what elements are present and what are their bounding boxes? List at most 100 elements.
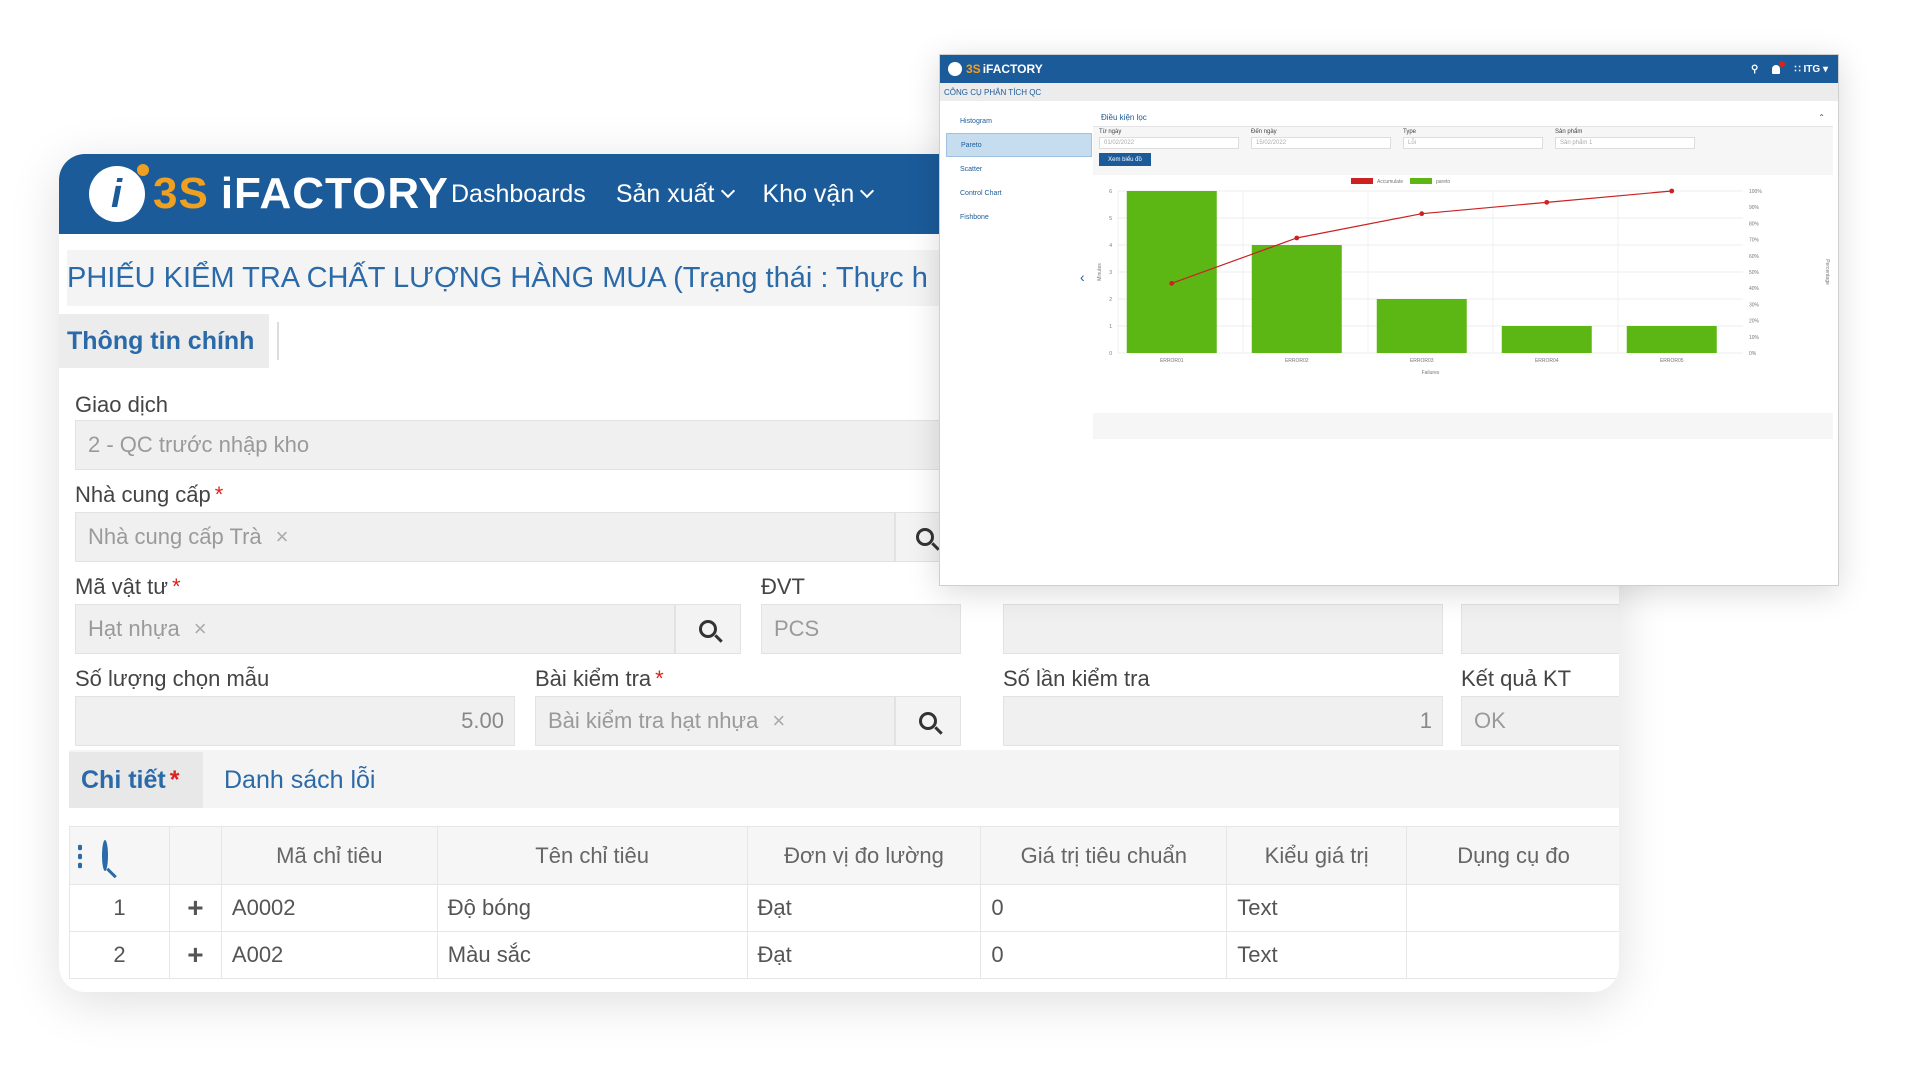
view-chart-button[interactable]: Xem biểu đồ — [1099, 153, 1151, 166]
qc-top-navbar: 3S iFACTORY ⚲ ∷ ITG ▾ — [940, 55, 1838, 83]
y2-tick-label: 80% — [1749, 221, 1760, 227]
so-luong-field[interactable]: 5.00 — [75, 696, 515, 746]
row-number: 1 — [69, 884, 170, 932]
nav-kho-van[interactable]: Kho vận — [762, 179, 875, 209]
x-tick-label: ERROR03 — [1410, 358, 1434, 364]
close-icon[interactable]: × — [194, 616, 207, 642]
tab-chi-tiet[interactable]: Chi tiết * — [69, 752, 203, 808]
add-row-button[interactable]: + — [168, 931, 222, 979]
column-header[interactable]: Tên chỉ tiêu — [436, 826, 748, 885]
y2-tick-label: 0% — [1749, 351, 1757, 357]
logo-brand: 3S — [153, 169, 209, 218]
accumulate-line — [1171, 190, 1672, 284]
column-header[interactable]: Đơn vị đo lường — [746, 826, 982, 885]
ket-qua-field: OK — [1461, 696, 1619, 746]
ma-vat-tu-field[interactable]: Hạt nhựa × — [75, 604, 675, 654]
column-header[interactable]: Kiểu giá trị — [1226, 826, 1408, 885]
column-header[interactable]: Dụng cụ đo — [1406, 826, 1619, 885]
nha-cung-cap-field[interactable]: Nhà cung cấp Trà × — [75, 512, 895, 562]
qc-sidebar: Histogram Pareto Scatter Control Chart F… — [946, 109, 1092, 349]
legend-swatch-pareto — [1410, 178, 1432, 184]
sidebar-item-histogram[interactable]: Histogram — [946, 109, 1092, 133]
nav-san-xuat[interactable]: Sản xuất — [616, 180, 735, 209]
table-row[interactable]: 2 + A002 Màu sắc Đạt 0 Text — [69, 931, 1619, 979]
user-menu[interactable]: ∷ ITG ▾ — [1794, 64, 1828, 75]
cell-tool[interactable] — [1406, 931, 1619, 979]
ma-vat-tu-label: Mã vật tư * — [75, 574, 181, 600]
den-ngay-input[interactable]: 15/02/2022 — [1251, 137, 1391, 149]
bell-icon[interactable] — [1772, 60, 1786, 74]
nav-label: Dashboards — [451, 179, 586, 208]
qc-analysis-window: 3S iFACTORY ⚲ ∷ ITG ▾ CÔNG CỤ PHÂN TÍCH … — [939, 54, 1839, 586]
user-name: ITG — [1803, 63, 1821, 75]
search-icon[interactable]: ⚲ — [1751, 64, 1758, 75]
cell-tool[interactable] — [1406, 884, 1619, 932]
pareto-chart-svg: 01234560%10%20%30%40%50%60%70%80%90%100%… — [1097, 178, 1830, 376]
required-mark: * — [171, 574, 181, 599]
tab-danh-sach-loi[interactable]: Danh sách lỗi — [224, 752, 375, 808]
bar-ERROR02 — [1251, 245, 1342, 353]
chevron-down-icon — [860, 183, 875, 199]
column-header[interactable]: Mã chỉ tiêu — [220, 826, 438, 885]
cell-code[interactable]: A002 — [220, 931, 438, 979]
sidebar-item-pareto[interactable]: Pareto — [946, 133, 1092, 157]
sidebar-item-scatter[interactable]: Scatter — [946, 157, 1092, 181]
input-value: Lỗi — [1408, 140, 1417, 146]
bai-kiem-tra-search-button[interactable] — [895, 696, 961, 746]
bar-ERROR03 — [1376, 299, 1467, 353]
app-logo[interactable]: i 3S iFACTORY — [89, 162, 449, 226]
tab-label: Chi tiết — [81, 765, 166, 794]
field-value: PCS — [774, 616, 820, 641]
panel-title: Điều kiện lọc ⌃ — [1093, 109, 1833, 127]
sidebar-item-fishbone[interactable]: Fishbone — [946, 205, 1092, 229]
dvt-label: ĐVT — [761, 574, 805, 599]
so-lan-field[interactable]: 1 — [1003, 696, 1443, 746]
giao-dich-label: Giao dịch — [75, 392, 168, 417]
cell-name[interactable]: Độ bóng — [436, 884, 748, 932]
tu-ngay-input[interactable]: 01/02/2022 — [1099, 137, 1239, 149]
logo-badge: i — [89, 164, 149, 222]
accumulate-point-ERROR02 — [1294, 235, 1300, 241]
chevron-left-icon[interactable]: ‹ — [1080, 269, 1085, 285]
y-tick-label: 5 — [1109, 216, 1112, 222]
cell-std[interactable]: 0 — [980, 884, 1228, 932]
cell-name[interactable]: Màu sắc — [436, 931, 748, 979]
type-select[interactable]: Lỗi — [1403, 137, 1543, 149]
tab-thong-tin-chinh[interactable]: Thông tin chính — [59, 314, 269, 368]
chevron-up-icon[interactable]: ⌃ — [1818, 113, 1825, 122]
den-ngay-label: Đến ngày — [1251, 129, 1277, 135]
search-icon — [916, 528, 934, 546]
y-tick-label: 4 — [1109, 243, 1112, 249]
nav-label: Kho vận — [762, 179, 855, 208]
x-tick-label: ERROR04 — [1535, 358, 1559, 364]
close-icon[interactable]: × — [772, 708, 785, 734]
legend-swatch-accumulate — [1351, 178, 1373, 184]
ma-vat-tu-search-button[interactable] — [675, 604, 741, 654]
hidden-field-2[interactable] — [1461, 604, 1619, 654]
logo-name: iFACTORY — [220, 169, 449, 218]
bai-kiem-tra-field[interactable]: Bài kiểm tra hạt nhựa × — [535, 696, 895, 746]
cell-unit[interactable]: Đạt — [746, 931, 982, 979]
column-header[interactable]: Giá trị tiêu chuẩn — [980, 826, 1228, 885]
add-row-button[interactable]: + — [168, 884, 222, 932]
logo-badge — [948, 62, 962, 76]
cell-code[interactable]: A0002 — [220, 884, 438, 932]
table-search-button[interactable] — [102, 840, 108, 872]
column-menu-icon[interactable] — [78, 843, 82, 870]
san-pham-label: Sản phẩm — [1555, 129, 1583, 135]
cell-type[interactable]: Text — [1226, 931, 1408, 979]
logo-name: iFACTORY — [982, 62, 1043, 76]
sidebar-item-control-chart[interactable]: Control Chart — [946, 181, 1092, 205]
hidden-field-1[interactable] — [1003, 604, 1443, 654]
input-value: Sản phẩm 1 — [1560, 140, 1593, 146]
giao-dich-field[interactable]: 2 - QC trước nhập kho — [75, 420, 1075, 470]
y2-tick-label: 30% — [1749, 302, 1760, 308]
cell-unit[interactable]: Đạt — [746, 884, 982, 932]
cell-std[interactable]: 0 — [980, 931, 1228, 979]
close-icon[interactable]: × — [276, 524, 289, 550]
qc-toolbar-right: ⚲ ∷ ITG ▾ — [1751, 55, 1828, 83]
nav-dashboards[interactable]: Dashboards — [451, 180, 586, 209]
table-row[interactable]: 1 + A0002 Độ bóng Đạt 0 Text — [69, 884, 1619, 932]
cell-type[interactable]: Text — [1226, 884, 1408, 932]
san-pham-select[interactable]: Sản phẩm 1 — [1555, 137, 1695, 149]
